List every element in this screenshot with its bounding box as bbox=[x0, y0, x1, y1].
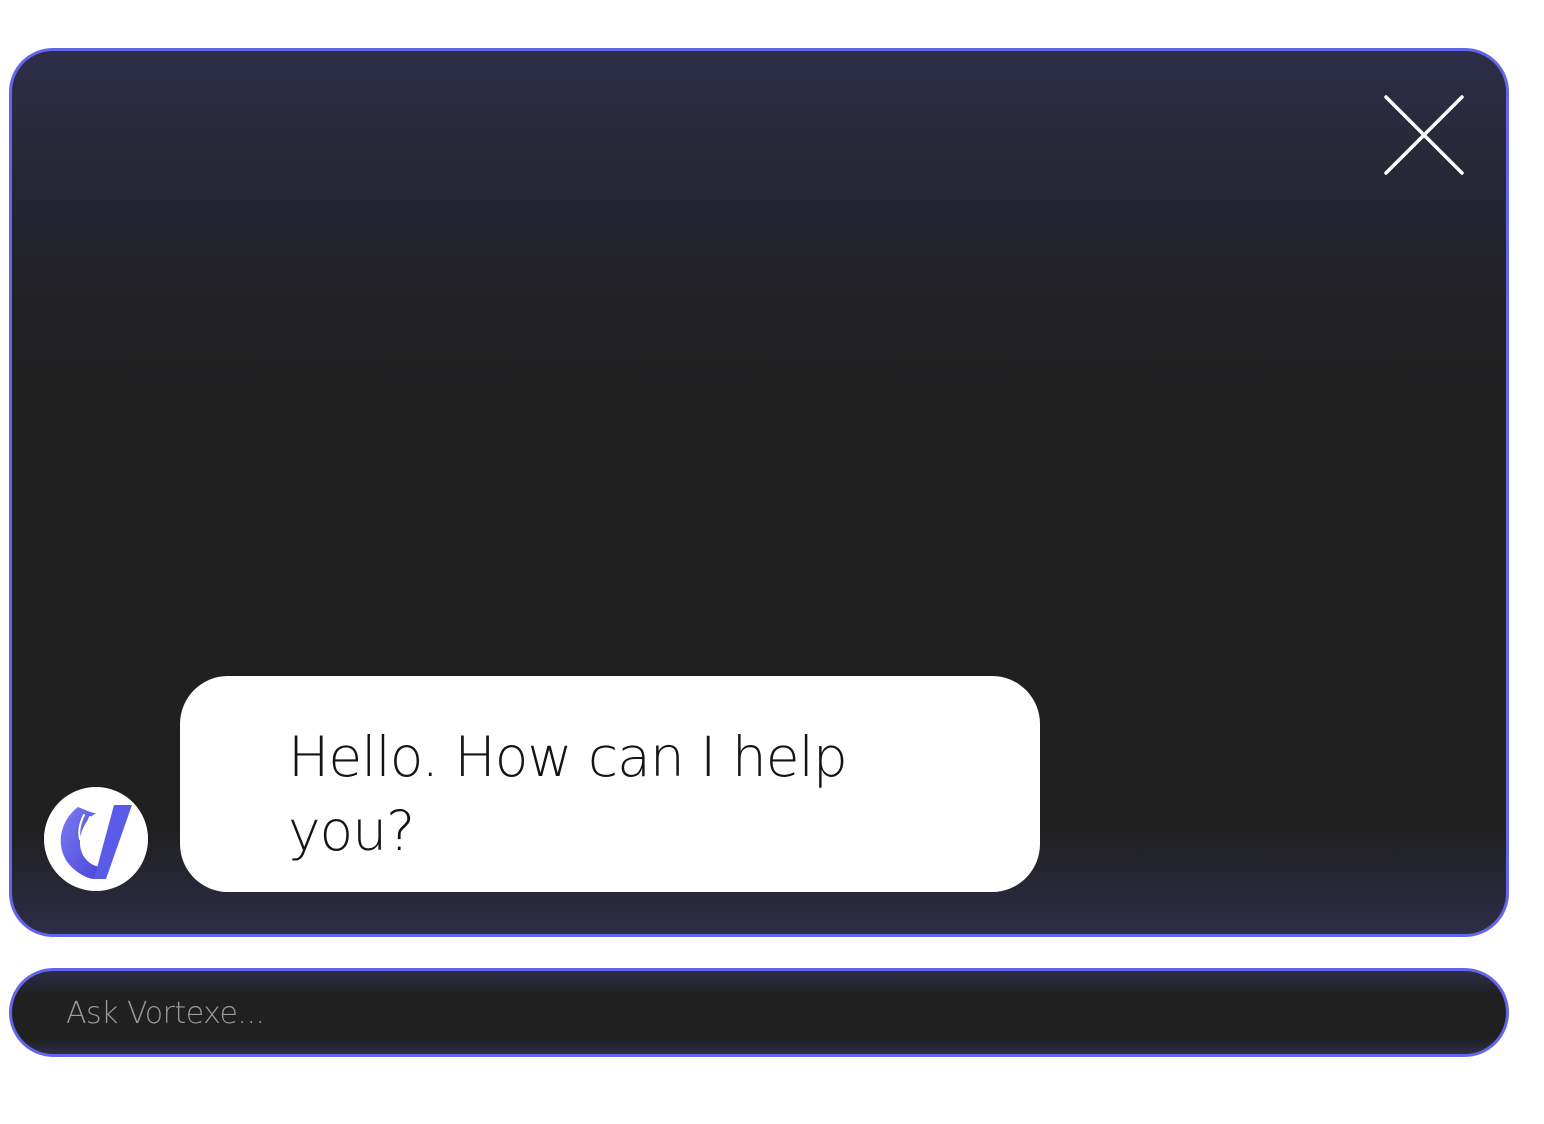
avatar bbox=[44, 787, 148, 891]
vortexe-logo-icon bbox=[44, 787, 148, 891]
chat-input-bar bbox=[9, 968, 1509, 1057]
chat-input[interactable] bbox=[64, 971, 1468, 1054]
close-button[interactable] bbox=[1382, 93, 1466, 177]
message-row: Hello. How can I help you? bbox=[44, 676, 1044, 894]
chat-window: Hello. How can I help you? bbox=[9, 48, 1509, 937]
assistant-message-bubble: Hello. How can I help you? bbox=[180, 676, 1040, 892]
assistant-message-text: Hello. How can I help you? bbox=[288, 725, 848, 863]
close-icon bbox=[1384, 95, 1464, 175]
